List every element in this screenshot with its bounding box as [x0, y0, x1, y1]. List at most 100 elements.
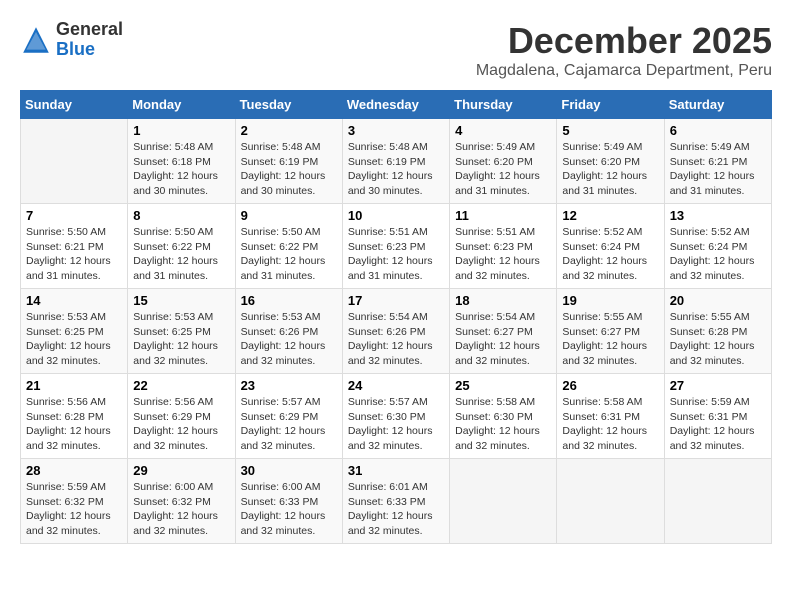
day-info: Sunrise: 6:01 AMSunset: 6:33 PMDaylight:… — [348, 480, 444, 539]
calendar-cell — [450, 459, 557, 544]
day-number: 31 — [348, 463, 444, 478]
logo-icon — [20, 24, 52, 56]
header: General Blue December 2025 Magdalena, Ca… — [20, 20, 772, 80]
day-number: 9 — [241, 208, 337, 223]
calendar-cell: 21Sunrise: 5:56 AMSunset: 6:28 PMDayligh… — [21, 374, 128, 459]
header-day-saturday: Saturday — [664, 91, 771, 119]
calendar-cell: 7 Sunrise: 5:50 AMSunset: 6:21 PMDaylight… — [21, 204, 128, 289]
calendar-cell: 16Sunrise: 5:53 AMSunset: 6:26 PMDayligh… — [235, 289, 342, 374]
day-number: 12 — [562, 208, 658, 223]
logo-text: General Blue — [56, 20, 123, 60]
calendar-week-row: 14 Sunrise: 5:53 AMSunset: 6:25 PMDayligh… — [21, 289, 772, 374]
calendar-table: SundayMondayTuesdayWednesdayThursdayFrid… — [20, 90, 772, 544]
header-day-tuesday: Tuesday — [235, 91, 342, 119]
logo: General Blue — [20, 20, 123, 60]
day-number: 29 — [133, 463, 229, 478]
calendar-cell: 29 Sunrise: 6:00 AMSunset: 6:32 PMDayligh… — [128, 459, 235, 544]
day-number: 20 — [670, 293, 766, 308]
day-info: Sunrise: 5:48 AMSunset: 6:19 PMDaylight:… — [241, 140, 337, 199]
calendar-cell: 20 Sunrise: 5:55 AMSunset: 6:28 PMDayligh… — [664, 289, 771, 374]
header-day-sunday: Sunday — [21, 91, 128, 119]
day-info: Sunrise: 5:48 AMSunset: 6:19 PMDaylight:… — [348, 140, 444, 199]
day-info: Sunrise: 5:59 AMSunset: 6:32 PMDaylight:… — [26, 480, 122, 539]
day-info: Sunrise: 5:55 AMSunset: 6:28 PMDaylight:… — [670, 310, 766, 369]
day-number: 26 — [562, 378, 658, 393]
calendar-cell: 11Sunrise: 5:51 AMSunset: 6:23 PMDayligh… — [450, 204, 557, 289]
calendar-cell: 1 Sunrise: 5:48 AMSunset: 6:18 PMDaylight… — [128, 119, 235, 204]
calendar-cell: 9 Sunrise: 5:50 AMSunset: 6:22 PMDaylight… — [235, 204, 342, 289]
calendar-cell: 25Sunrise: 5:58 AMSunset: 6:30 PMDayligh… — [450, 374, 557, 459]
day-info: Sunrise: 5:49 AMSunset: 6:20 PMDaylight:… — [562, 140, 658, 199]
day-number: 22 — [133, 378, 229, 393]
day-info: Sunrise: 6:00 AMSunset: 6:32 PMDaylight:… — [133, 480, 229, 539]
calendar-week-row: 21Sunrise: 5:56 AMSunset: 6:28 PMDayligh… — [21, 374, 772, 459]
calendar-cell: 24 Sunrise: 5:57 AMSunset: 6:30 PMDayligh… — [342, 374, 449, 459]
day-number: 13 — [670, 208, 766, 223]
calendar-cell: 22Sunrise: 5:56 AMSunset: 6:29 PMDayligh… — [128, 374, 235, 459]
logo-general-text: General — [56, 20, 123, 40]
header-day-wednesday: Wednesday — [342, 91, 449, 119]
calendar-cell: 13 Sunrise: 5:52 AMSunset: 6:24 PMDayligh… — [664, 204, 771, 289]
calendar-cell: 12 Sunrise: 5:52 AMSunset: 6:24 PMDayligh… — [557, 204, 664, 289]
day-number: 30 — [241, 463, 337, 478]
calendar-cell — [557, 459, 664, 544]
calendar-cell: 15 Sunrise: 5:53 AMSunset: 6:25 PMDayligh… — [128, 289, 235, 374]
calendar-cell: 18Sunrise: 5:54 AMSunset: 6:27 PMDayligh… — [450, 289, 557, 374]
header-day-friday: Friday — [557, 91, 664, 119]
day-info: Sunrise: 5:59 AMSunset: 6:31 PMDaylight:… — [670, 395, 766, 454]
calendar-cell: 31 Sunrise: 6:01 AMSunset: 6:33 PMDayligh… — [342, 459, 449, 544]
day-info: Sunrise: 5:57 AMSunset: 6:30 PMDaylight:… — [348, 395, 444, 454]
calendar-cell: 17 Sunrise: 5:54 AMSunset: 6:26 PMDayligh… — [342, 289, 449, 374]
day-info: Sunrise: 5:57 AMSunset: 6:29 PMDaylight:… — [241, 395, 337, 454]
day-number: 4 — [455, 123, 551, 138]
day-number: 16 — [241, 293, 337, 308]
day-info: Sunrise: 5:52 AMSunset: 6:24 PMDaylight:… — [562, 225, 658, 284]
day-number: 15 — [133, 293, 229, 308]
day-number: 24 — [348, 378, 444, 393]
calendar-week-row: 1 Sunrise: 5:48 AMSunset: 6:18 PMDaylight… — [21, 119, 772, 204]
location-title: Magdalena, Cajamarca Department, Peru — [476, 62, 772, 80]
day-number: 19 — [562, 293, 658, 308]
day-info: Sunrise: 5:54 AMSunset: 6:26 PMDaylight:… — [348, 310, 444, 369]
calendar-cell: 8 Sunrise: 5:50 AMSunset: 6:22 PMDaylight… — [128, 204, 235, 289]
calendar-cell: 2 Sunrise: 5:48 AMSunset: 6:19 PMDaylight… — [235, 119, 342, 204]
day-info: Sunrise: 5:52 AMSunset: 6:24 PMDaylight:… — [670, 225, 766, 284]
day-number: 28 — [26, 463, 122, 478]
day-number: 17 — [348, 293, 444, 308]
calendar-cell: 23Sunrise: 5:57 AMSunset: 6:29 PMDayligh… — [235, 374, 342, 459]
day-info: Sunrise: 5:58 AMSunset: 6:31 PMDaylight:… — [562, 395, 658, 454]
day-info: Sunrise: 5:50 AMSunset: 6:22 PMDaylight:… — [133, 225, 229, 284]
day-info: Sunrise: 5:49 AMSunset: 6:21 PMDaylight:… — [670, 140, 766, 199]
calendar-cell: 28 Sunrise: 5:59 AMSunset: 6:32 PMDayligh… — [21, 459, 128, 544]
calendar-cell: 10Sunrise: 5:51 AMSunset: 6:23 PMDayligh… — [342, 204, 449, 289]
day-info: Sunrise: 5:53 AMSunset: 6:25 PMDaylight:… — [133, 310, 229, 369]
calendar-cell: 14 Sunrise: 5:53 AMSunset: 6:25 PMDayligh… — [21, 289, 128, 374]
day-number: 1 — [133, 123, 229, 138]
calendar-week-row: 28 Sunrise: 5:59 AMSunset: 6:32 PMDayligh… — [21, 459, 772, 544]
calendar-header-row: SundayMondayTuesdayWednesdayThursdayFrid… — [21, 91, 772, 119]
day-info: Sunrise: 5:53 AMSunset: 6:25 PMDaylight:… — [26, 310, 122, 369]
calendar-week-row: 7 Sunrise: 5:50 AMSunset: 6:21 PMDaylight… — [21, 204, 772, 289]
title-area: December 2025 Magdalena, Cajamarca Depar… — [476, 20, 772, 80]
day-number: 25 — [455, 378, 551, 393]
day-info: Sunrise: 5:50 AMSunset: 6:22 PMDaylight:… — [241, 225, 337, 284]
calendar-cell: 27 Sunrise: 5:59 AMSunset: 6:31 PMDayligh… — [664, 374, 771, 459]
calendar-cell: 5Sunrise: 5:49 AMSunset: 6:20 PMDaylight… — [557, 119, 664, 204]
header-day-thursday: Thursday — [450, 91, 557, 119]
day-number: 3 — [348, 123, 444, 138]
day-info: Sunrise: 5:50 AMSunset: 6:21 PMDaylight:… — [26, 225, 122, 284]
day-number: 27 — [670, 378, 766, 393]
day-info: Sunrise: 5:48 AMSunset: 6:18 PMDaylight:… — [133, 140, 229, 199]
day-number: 2 — [241, 123, 337, 138]
day-number: 14 — [26, 293, 122, 308]
day-number: 7 — [26, 208, 122, 223]
day-number: 18 — [455, 293, 551, 308]
day-number: 8 — [133, 208, 229, 223]
calendar-cell — [664, 459, 771, 544]
day-info: Sunrise: 5:51 AMSunset: 6:23 PMDaylight:… — [348, 225, 444, 284]
day-info: Sunrise: 5:49 AMSunset: 6:20 PMDaylight:… — [455, 140, 551, 199]
header-day-monday: Monday — [128, 91, 235, 119]
calendar-cell: 4 Sunrise: 5:49 AMSunset: 6:20 PMDaylight… — [450, 119, 557, 204]
day-number: 21 — [26, 378, 122, 393]
day-info: Sunrise: 5:55 AMSunset: 6:27 PMDaylight:… — [562, 310, 658, 369]
